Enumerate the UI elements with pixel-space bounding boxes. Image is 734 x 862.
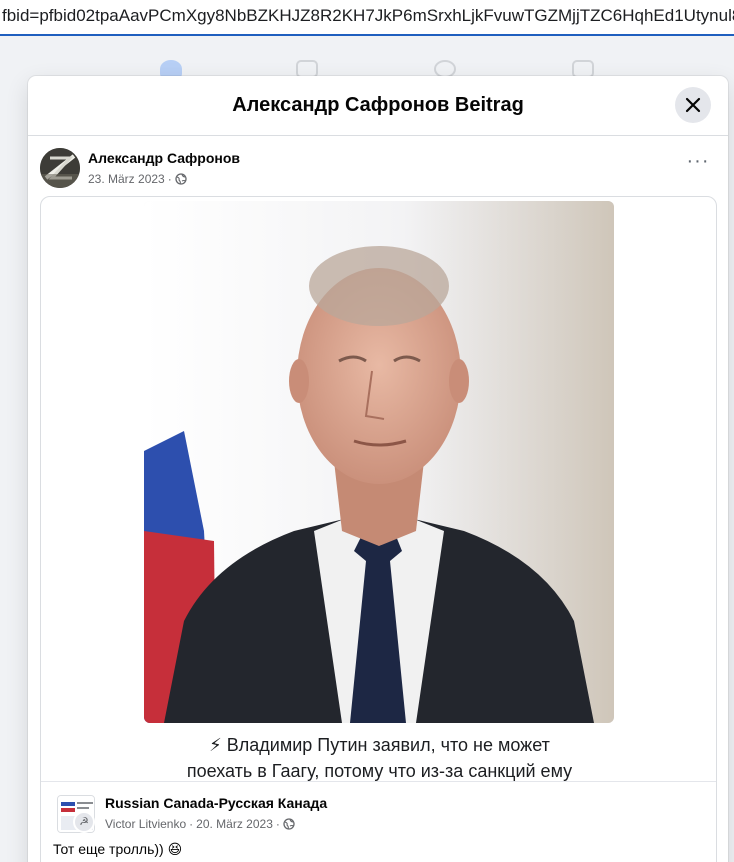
caption-line-1: ⚡ Владимир Путин заявил, что не может (209, 735, 550, 755)
shared-page-name[interactable]: Russian Canada-Русская Канада (105, 795, 327, 811)
close-icon (685, 97, 701, 113)
close-button[interactable] (675, 87, 711, 123)
globe-icon (283, 818, 295, 830)
post-dialog: Александр Сафронов Beitrag Александр Саф… (28, 76, 728, 862)
divider (41, 781, 716, 782)
shared-author[interactable]: Victor Litvienko (105, 817, 186, 831)
dialog-title: Александр Сафронов Beitrag (232, 94, 524, 116)
post-date[interactable]: 23. März 2023 (88, 172, 165, 186)
author-badge[interactable]: ☭ (73, 811, 95, 833)
shared-post[interactable]: ⚡ Владимир Путин заявил, что не может по… (40, 196, 717, 862)
more-horizontal-icon: ··· (686, 150, 710, 172)
globe-icon (175, 173, 187, 185)
author-avatar[interactable] (40, 148, 80, 188)
shared-post-text: Тот еще тролль)) 😆 (53, 841, 183, 857)
shared-caption: ⚡ Владимир Путин заявил, что не может по… (41, 732, 716, 784)
post-photo[interactable] (144, 201, 614, 723)
shared-page-meta: Victor Litvienko · 20. März 2023 · (105, 817, 295, 831)
shared-date[interactable]: 20. März 2023 (196, 817, 273, 831)
shared-meta-separator-1: · (189, 817, 194, 831)
author-name[interactable]: Александр Сафронов (88, 150, 240, 166)
url-text: fbid=pfbid02tpaAavPCmXgy8NbBZKHJZ8R2KH7J… (2, 6, 734, 25)
shared-meta-separator-2: · (275, 817, 280, 831)
meta-separator: · (167, 172, 172, 186)
post-meta: 23. März 2023 · (88, 172, 187, 186)
more-options-button[interactable]: ··· (684, 151, 712, 178)
address-bar[interactable]: fbid=pfbid02tpaAavPCmXgy8NbBZKHJZ8R2KH7J… (0, 0, 734, 36)
avatar-z-mark (40, 148, 80, 188)
dialog-header: Александр Сафронов Beitrag (28, 76, 728, 136)
portrait-illustration (144, 201, 614, 723)
